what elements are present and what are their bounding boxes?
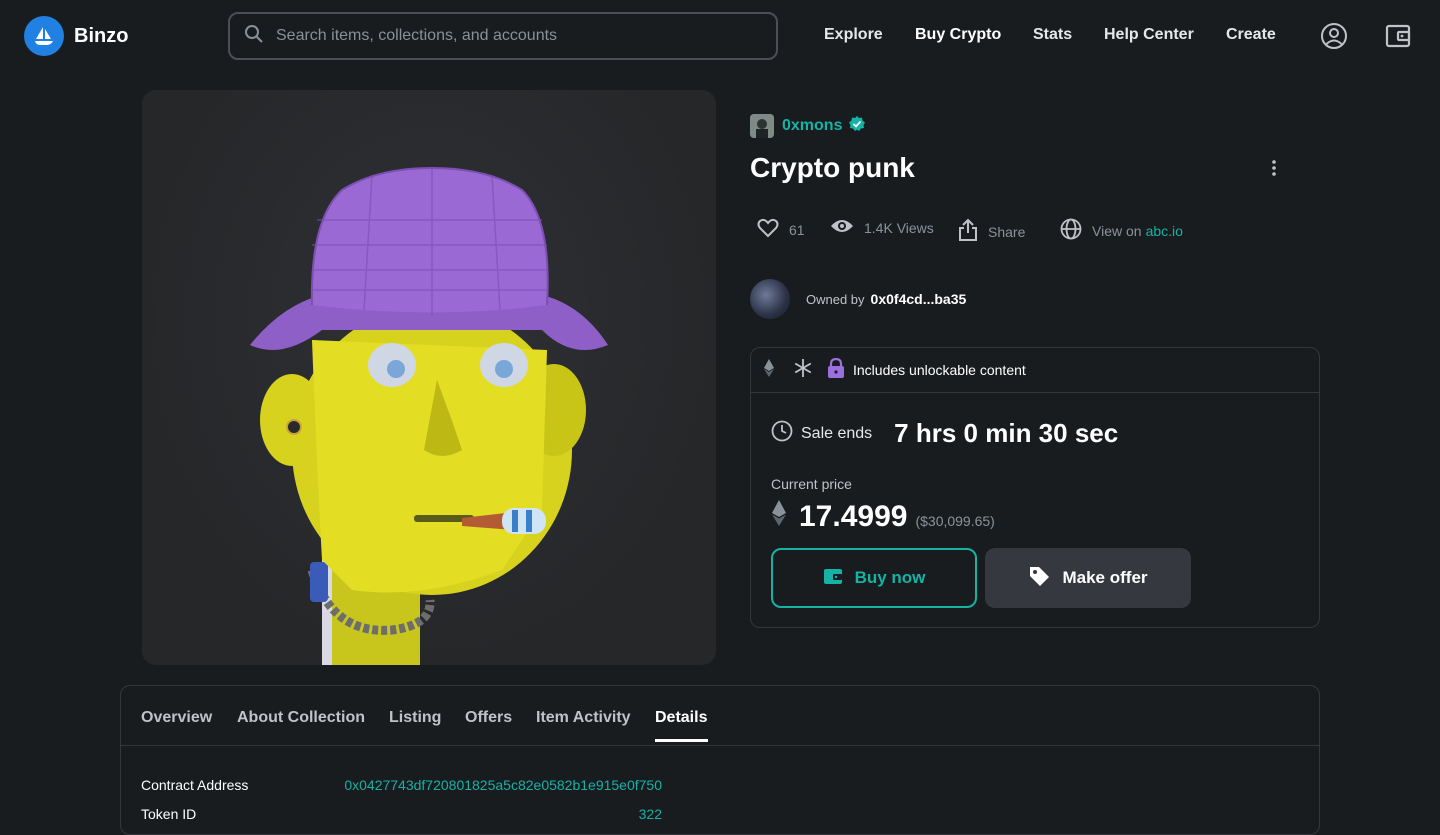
owner-avatar[interactable]	[750, 279, 790, 319]
sale-ends-row: Sale ends 7 hrs 0 min 30 sec	[771, 418, 1118, 449]
active-tab-indicator	[655, 739, 708, 742]
owner-address[interactable]: 0x0f4cd...ba35	[871, 291, 967, 307]
tag-icon	[1028, 565, 1050, 592]
buy-now-label: Buy now	[854, 568, 926, 587]
profile-icon[interactable]	[1318, 20, 1350, 52]
top-navigation-bar: Binzo Explore Buy Crypto Stats Help Cent…	[0, 0, 1440, 72]
likes-count: 61	[789, 221, 805, 238]
tab-offers[interactable]: Offers	[465, 709, 512, 727]
search-icon	[244, 24, 264, 49]
search-input[interactable]	[276, 27, 756, 45]
clock-icon	[771, 420, 793, 447]
views-count: 1.4K Views	[864, 219, 934, 236]
share-button[interactable]: Share	[958, 218, 1025, 245]
item-title: Crypto punk	[750, 152, 915, 183]
unlockable-content-label[interactable]: Includes unlockable content	[853, 362, 1026, 378]
creator-avatar	[750, 114, 774, 138]
creator-name[interactable]: 0xmons	[782, 117, 842, 135]
creator-row[interactable]: 0xmons	[750, 114, 866, 138]
views-stat: 1.4K Views	[830, 218, 934, 237]
share-icon	[958, 218, 978, 245]
search-bar[interactable]	[228, 12, 778, 60]
detail-key: Token ID	[141, 806, 197, 822]
snowflake-icon	[793, 358, 813, 383]
tab-about-collection[interactable]: About Collection	[237, 709, 365, 727]
tab-overview[interactable]: Overview	[141, 709, 212, 727]
app-name: Binzo	[74, 24, 129, 47]
item-tabs: Overview About Collection Listing Offers…	[121, 686, 1319, 746]
logo[interactable]: Binzo	[24, 16, 128, 56]
owner-row[interactable]: Owned by 0x0f4cd...ba35	[750, 279, 966, 319]
make-offer-label: Make offer	[1062, 568, 1148, 587]
token-id-value[interactable]: 322	[639, 806, 662, 822]
tab-item-activity[interactable]: Item Activity	[536, 709, 631, 727]
nav-create[interactable]: Create	[1226, 26, 1276, 44]
likes-stat[interactable]: 61	[757, 218, 805, 241]
ethereum-icon	[763, 358, 775, 382]
make-offer-button[interactable]: Make offer	[985, 548, 1191, 608]
buy-now-button[interactable]: Buy now	[771, 548, 977, 608]
view-on-label: View on	[1092, 222, 1142, 239]
detail-row-contract-address: Contract Address 0x0427743df720801825a5c…	[141, 777, 662, 793]
tab-details[interactable]: Details	[655, 709, 707, 727]
verified-badge-icon	[848, 115, 866, 138]
heart-icon	[757, 218, 779, 241]
nav-buy-crypto[interactable]: Buy Crypto	[915, 26, 1001, 44]
more-options-icon[interactable]	[1262, 156, 1286, 180]
item-details-card: Overview About Collection Listing Offers…	[120, 685, 1320, 835]
wallet-icon[interactable]	[1382, 20, 1414, 52]
ethereum-price-icon	[771, 500, 787, 531]
lock-icon	[827, 357, 845, 383]
contract-address-link[interactable]: 0x0427743df720801825a5c82e0582b1e915e0f7…	[344, 777, 662, 793]
current-price-value: 17.4999	[799, 500, 908, 533]
sale-countdown: 7 hrs 0 min 30 sec	[894, 418, 1119, 448]
view-on-link[interactable]: View on abc.io	[1060, 218, 1183, 243]
globe-icon	[1060, 218, 1082, 243]
eye-icon	[830, 218, 854, 237]
sale-ends-label: Sale ends	[801, 424, 873, 442]
sale-card-header: Includes unlockable content	[751, 348, 1319, 393]
nav-stats[interactable]: Stats	[1033, 26, 1072, 44]
boat-logo-icon	[24, 16, 64, 56]
nav-help-center[interactable]: Help Center	[1104, 26, 1194, 44]
view-on-domain[interactable]: abc.io	[1146, 223, 1183, 239]
nav-explore[interactable]: Explore	[824, 26, 883, 44]
owner-label: Owned by	[806, 291, 865, 307]
wallet-button-icon	[823, 567, 843, 590]
current-price-label: Current price	[771, 476, 852, 492]
tab-listing[interactable]: Listing	[389, 709, 441, 727]
detail-row-token-id: Token ID 322	[141, 806, 662, 822]
price-row: 17.4999 ($30,099.65)	[771, 500, 995, 534]
nft-artwork-image[interactable]	[142, 90, 716, 665]
sale-card: Includes unlockable content Sale ends 7 …	[750, 347, 1320, 628]
detail-key: Contract Address	[141, 777, 249, 793]
current-price-usd: ($30,099.65)	[915, 513, 995, 529]
share-label: Share	[988, 223, 1026, 240]
